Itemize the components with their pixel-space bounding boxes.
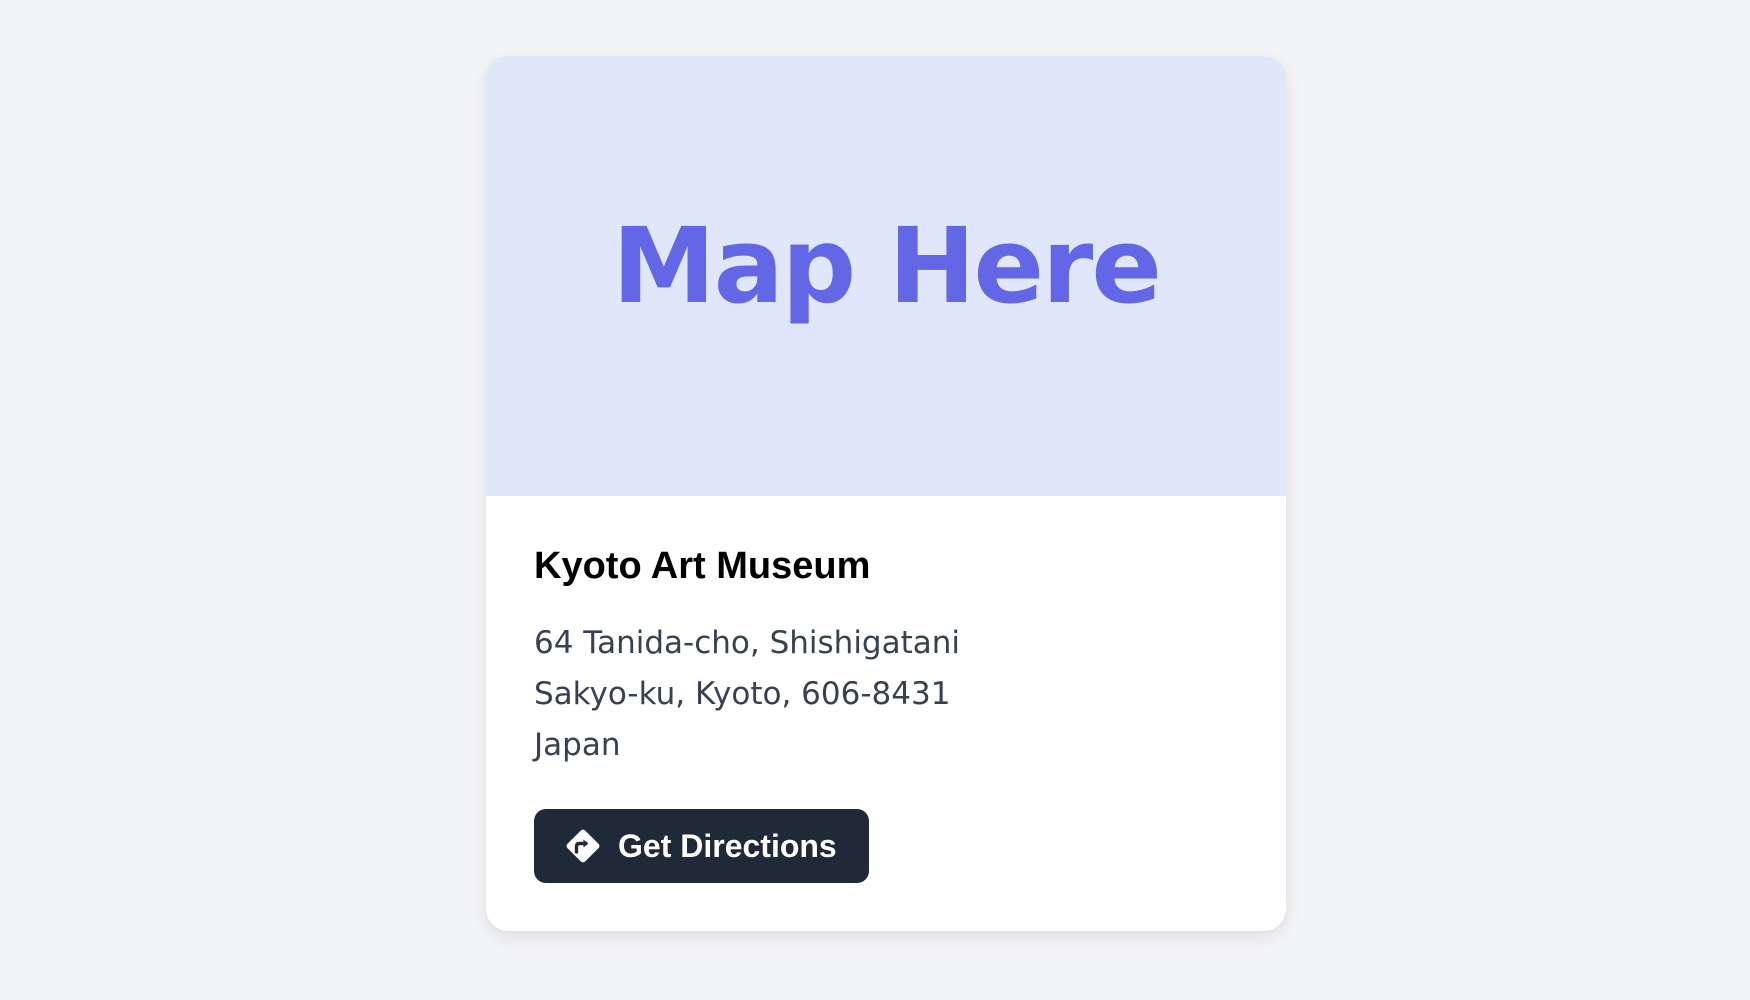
map-placeholder: Map Here — [486, 56, 1286, 496]
map-placeholder-text: Map Here — [612, 205, 1162, 327]
address-line-country: Japan — [534, 727, 621, 763]
get-directions-button[interactable]: Get Directions — [534, 809, 869, 883]
directions-sign-icon — [564, 827, 602, 865]
get-directions-label: Get Directions — [618, 827, 837, 864]
address-line-street: 64 Tanida-cho, Shishigatani — [534, 625, 961, 661]
location-title: Kyoto Art Museum — [534, 545, 871, 587]
address-line-city: Sakyo-ku, Kyoto, 606-8431 — [534, 676, 951, 712]
location-info: Kyoto Art Museum 64 Tanida-cho, Shishiga… — [486, 496, 1286, 883]
address-block: 64 Tanida-cho, Shishigatani Sakyo-ku, Ky… — [534, 618, 1238, 771]
location-card: Map Here Kyoto Art Museum 64 Tanida-cho,… — [486, 56, 1286, 931]
